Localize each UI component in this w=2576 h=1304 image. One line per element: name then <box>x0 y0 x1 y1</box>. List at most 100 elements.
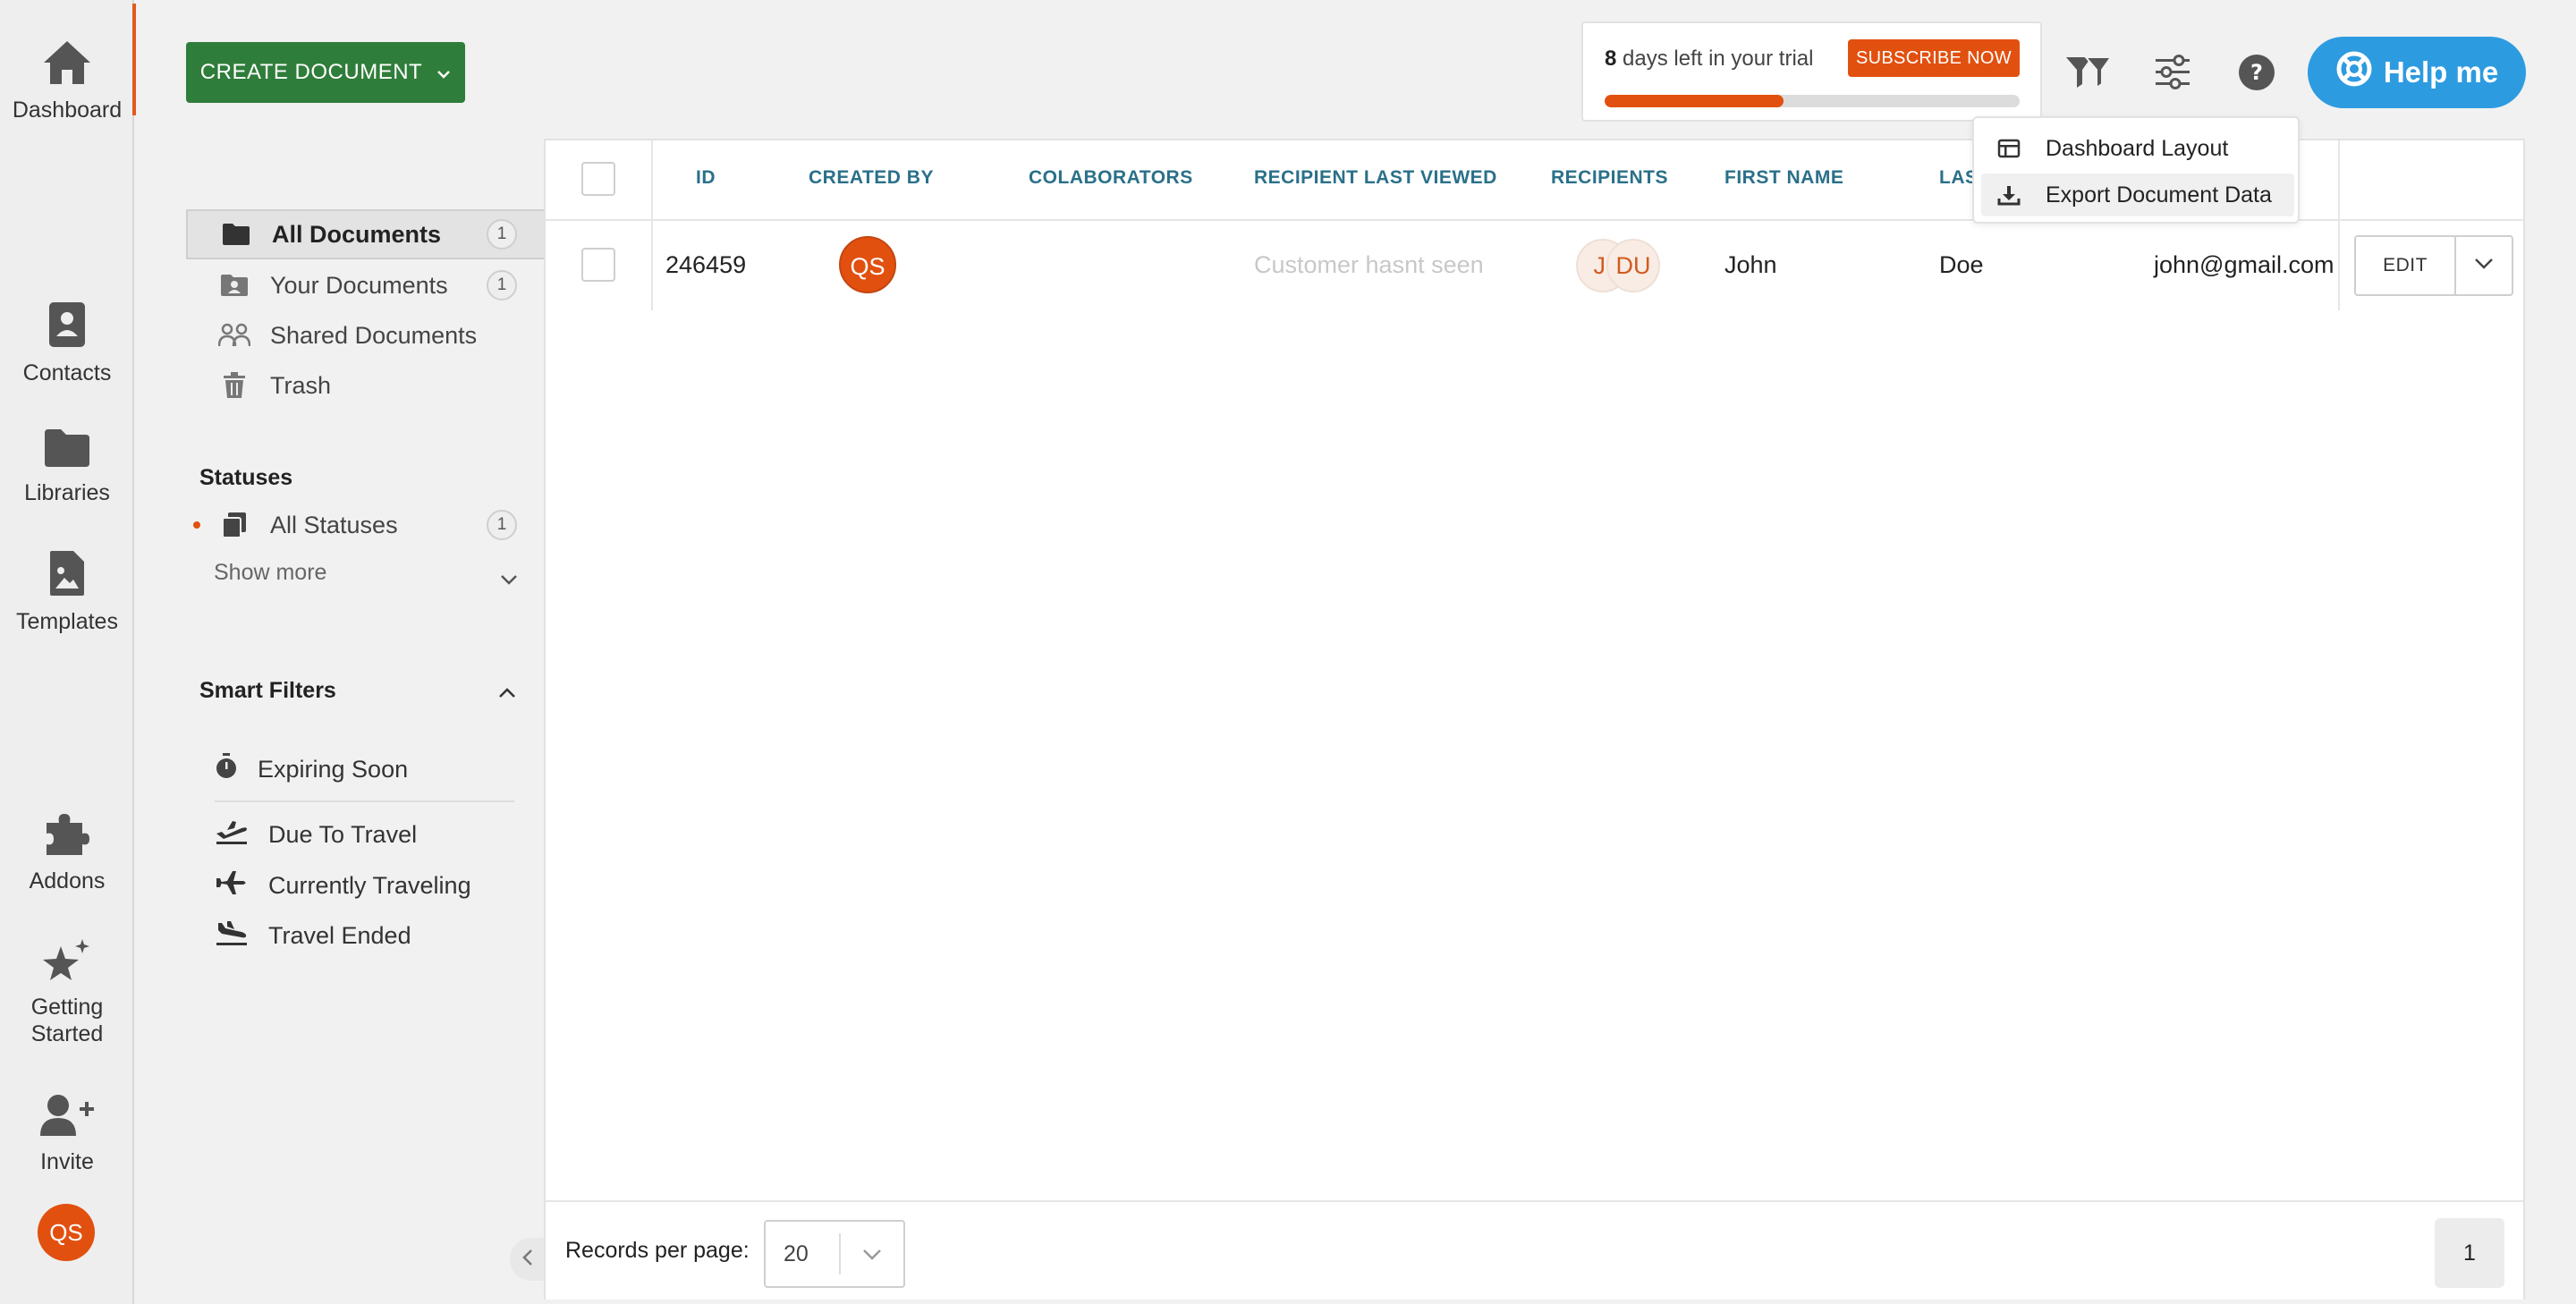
cell-id: 246459 <box>665 251 747 278</box>
rail-getting-started[interactable]: Getting Started <box>0 937 134 1047</box>
plane-icon <box>215 869 249 902</box>
row-checkbox[interactable] <box>581 248 615 282</box>
column-header-recipient-last-viewed[interactable]: RECIPIENT LAST VIEWED <box>1254 167 1497 189</box>
trash-icon <box>218 372 250 399</box>
sidebar-item-shared-documents[interactable]: Shared Documents <box>186 310 544 360</box>
download-icon <box>1996 184 2022 206</box>
stopwatch-icon <box>215 753 238 786</box>
smart-filter-label: Due To Travel <box>268 821 418 848</box>
help-question-icon[interactable]: ? <box>2238 54 2275 96</box>
sidebar-item-trash[interactable]: Trash <box>186 360 544 411</box>
documents-table: ID CREATED BY COLABORATORS RECIPIENT LAS… <box>544 139 2525 1300</box>
show-more-toggle[interactable]: Show more <box>214 560 518 586</box>
trial-days: 8 <box>1605 47 1617 71</box>
home-icon <box>0 39 134 92</box>
menu-item-dashboard-layout[interactable]: Dashboard Layout <box>1981 127 2294 170</box>
rail-label: Contacts <box>22 360 112 385</box>
chevron-left-icon <box>522 1249 533 1271</box>
smart-filters-heading: Smart Filters <box>199 678 336 703</box>
contact-card-icon <box>0 301 134 355</box>
column-header-first-name[interactable]: FIRST NAME <box>1724 167 1843 189</box>
smart-filter-label: Expiring Soon <box>258 756 409 783</box>
rail-invite[interactable]: Invite <box>0 1093 134 1175</box>
sidebar-item-all-documents[interactable]: All Documents 1 <box>186 209 544 259</box>
user-folder-icon <box>218 274 250 297</box>
trial-message: days left in your trial <box>1623 47 1814 71</box>
trial-progress-fill <box>1605 95 1784 107</box>
rail-templates[interactable]: Templates <box>0 549 134 635</box>
sidebar-item-label: All Statuses <box>270 511 398 538</box>
edit-split-button: EDIT <box>2354 235 2513 296</box>
sidebar-item-all-statuses[interactable]: All Statuses 1 <box>186 500 544 550</box>
edit-button[interactable]: EDIT <box>2356 237 2456 294</box>
chevron-down-icon <box>500 565 518 591</box>
sidebar-item-label: Your Documents <box>270 271 448 299</box>
help-me-label: Help me <box>2383 55 2499 89</box>
svg-text:?: ? <box>2250 60 2263 85</box>
smart-filter-due-to-travel[interactable]: Due To Travel <box>215 819 417 851</box>
smart-filter-currently-traveling[interactable]: Currently Traveling <box>215 869 471 902</box>
help-me-button[interactable]: Help me <box>2308 37 2526 108</box>
count-badge: 1 <box>487 510 517 540</box>
count-badge: 1 <box>487 219 517 250</box>
rail-label: Addons <box>29 868 106 893</box>
records-per-page-value: 20 <box>766 1233 841 1274</box>
cell-first-name: John <box>1724 251 1777 278</box>
plane-departure-icon <box>215 819 249 851</box>
layout-icon <box>1996 139 2022 158</box>
smart-filter-travel-ended[interactable]: Travel Ended <box>215 919 411 953</box>
chevron-down-icon <box>841 1249 903 1260</box>
lifebuoy-icon <box>2335 50 2373 95</box>
column-header-id[interactable]: ID <box>696 167 716 189</box>
plane-arrival-icon <box>215 919 249 953</box>
left-rail: Dashboard Contacts Libraries Templates A… <box>0 0 136 1304</box>
column-divider <box>651 221 653 310</box>
user-avatar[interactable]: QS <box>38 1204 95 1261</box>
rail-contacts[interactable]: Contacts <box>0 301 134 386</box>
subscribe-button[interactable]: SUBSCRIBE NOW <box>1848 39 2020 77</box>
users-icon <box>218 323 250 348</box>
smart-filter-expiring-soon[interactable]: Expiring Soon <box>215 753 408 786</box>
column-header-recipients[interactable]: RECIPIENTS <box>1551 167 1668 189</box>
column-header-created-by[interactable]: CREATED BY <box>809 167 934 189</box>
divider <box>215 800 514 802</box>
menu-item-export-document-data[interactable]: Export Document Data <box>1981 174 2294 216</box>
page-button[interactable]: 1 <box>2435 1218 2504 1288</box>
rail-label: Invite <box>40 1149 94 1174</box>
chevron-up-icon[interactable] <box>498 687 516 703</box>
rail-label: Libraries <box>24 480 110 505</box>
puzzle-icon <box>0 810 134 863</box>
rail-label: Getting Started <box>30 995 104 1046</box>
folder-icon <box>0 428 134 475</box>
column-divider <box>2338 221 2340 310</box>
select-all-checkbox[interactable] <box>581 162 615 196</box>
creator-avatar: QS <box>839 236 896 293</box>
column-divider <box>651 140 653 221</box>
edit-menu-toggle[interactable] <box>2456 237 2512 294</box>
folder-icon <box>220 223 252 246</box>
records-per-page-label: Records per page: <box>565 1238 750 1263</box>
records-per-page-select[interactable]: 20 <box>764 1220 905 1288</box>
rail-libraries[interactable]: Libraries <box>0 428 134 506</box>
rail-dashboard[interactable]: Dashboard <box>0 4 136 123</box>
create-document-button[interactable]: CREATE DOCUMENT <box>186 42 465 103</box>
sidebar-item-label: Shared Documents <box>270 321 478 349</box>
menu-item-label: Export Document Data <box>2046 182 2272 207</box>
rail-addons[interactable]: Addons <box>0 810 134 894</box>
collapse-sidebar-button[interactable] <box>510 1238 546 1281</box>
smart-filter-label: Travel Ended <box>268 922 411 949</box>
trial-banner: 8 days left in your trial SUBSCRIBE NOW <box>1581 21 2042 122</box>
table-footer: Records per page: 20 1 <box>546 1200 2523 1300</box>
cell-last-name: Doe <box>1939 251 1984 278</box>
recipient-avatar: DU <box>1606 239 1660 292</box>
cell-recipient-last-viewed: Customer hasnt seen <box>1254 251 1484 278</box>
count-badge: 1 <box>487 270 517 301</box>
sliders-icon[interactable] <box>2154 54 2191 94</box>
sparkle-stars-icon <box>0 937 134 988</box>
column-header-colaborators[interactable]: COLABORATORS <box>1029 167 1193 189</box>
menu-item-label: Dashboard Layout <box>2046 135 2229 161</box>
sidebar-item-your-documents[interactable]: Your Documents 1 <box>186 260 544 310</box>
active-dot-icon <box>193 521 200 529</box>
filter-icon[interactable] <box>2064 54 2113 94</box>
cell-email: john@gmail.com <box>2154 251 2334 278</box>
